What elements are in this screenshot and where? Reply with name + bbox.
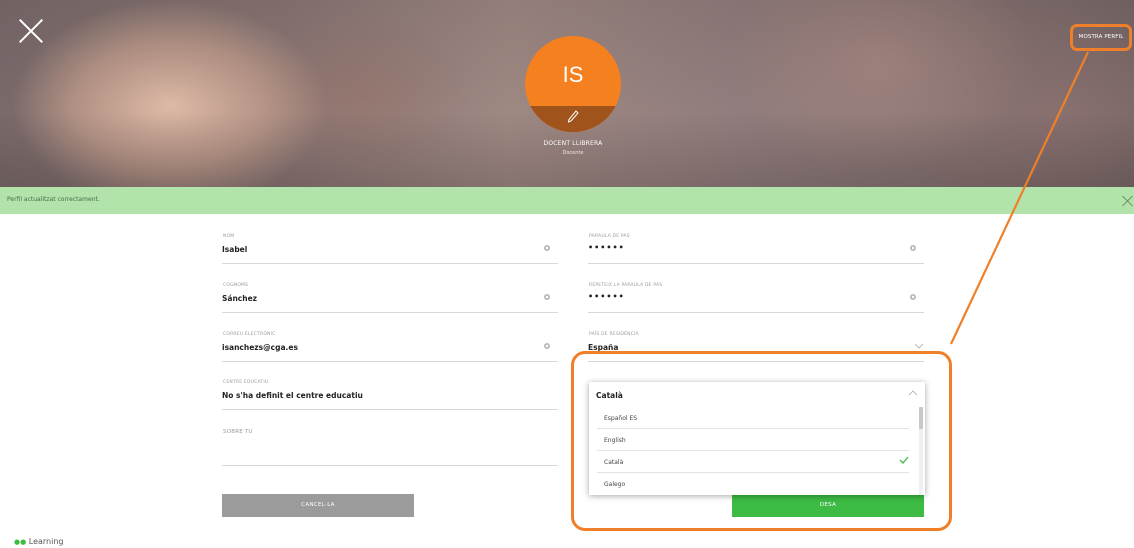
surname-label: COGNOMS (223, 283, 249, 288)
name-label: NOM (223, 234, 235, 239)
gear-icon[interactable] (909, 244, 917, 252)
logo-text: Learning (28, 537, 64, 546)
surname-value[interactable]: Sánchez (222, 294, 257, 303)
gear-icon[interactable] (909, 293, 917, 301)
annotation-highlight-box (571, 351, 952, 531)
surname-field[interactable]: COGNOMS Sánchez (222, 283, 558, 313)
password-label: PARAULA DE PAS (589, 234, 630, 239)
success-message: Perfil actualitzat correctament. (7, 196, 100, 203)
gear-icon[interactable] (543, 342, 551, 350)
about-label: SOBRE TU (223, 429, 253, 435)
repeat-password-field[interactable]: REPETEIX LA PARAULA DE PAS •••••• (588, 283, 924, 313)
show-profile-button[interactable]: MOSTRA PERFIL (1070, 24, 1132, 51)
password-value[interactable]: •••••• (588, 243, 625, 252)
logo-dots-icon: ●● (14, 538, 27, 546)
name-value[interactable]: Isabel (222, 245, 247, 254)
close-icon[interactable] (18, 18, 44, 44)
school-label: CENTRE EDUCATIU (223, 380, 269, 385)
school-field[interactable]: CENTRE EDUCATIU No s'ha definit el centr… (222, 380, 558, 410)
password-field[interactable]: PARAULA DE PAS •••••• (588, 234, 924, 264)
email-value[interactable]: isanchezs@cga.es (222, 343, 298, 352)
email-label: CORREU ELECTRÒNIC (223, 332, 276, 337)
user-role-name: DOCENT LLIBRERA (543, 140, 603, 147)
email-field[interactable]: CORREU ELECTRÒNIC isanchezs@cga.es (222, 332, 558, 362)
edit-avatar-button[interactable] (525, 106, 621, 132)
success-banner: Perfil actualitzat correctament. (0, 187, 1134, 214)
repeat-password-label: REPETEIX LA PARAULA DE PAS (589, 283, 663, 288)
chevron-down-icon[interactable] (914, 343, 924, 349)
name-field[interactable]: NOM Isabel (222, 234, 558, 264)
gear-icon[interactable] (543, 244, 551, 252)
user-role-subtitle: Docente (562, 150, 584, 156)
country-label: PAÍS DE RESIDÈNCIA (589, 332, 639, 337)
gear-icon[interactable] (543, 293, 551, 301)
avatar[interactable]: IS (525, 36, 621, 132)
avatar-initials: IS (562, 62, 584, 87)
school-value[interactable]: No s'ha definit el centre educatiu (222, 391, 363, 400)
cancel-button[interactable]: CANCEL·LA (222, 494, 414, 517)
pencil-icon (567, 110, 579, 123)
profile-header: IS DOCENT LLIBRERA Docente MOSTRA PERFIL (0, 0, 1134, 187)
profile-page: IS DOCENT LLIBRERA Docente MOSTRA PERFIL… (0, 0, 1134, 548)
learning-logo: ●● Learning (14, 537, 64, 546)
repeat-password-value[interactable]: •••••• (588, 292, 625, 301)
close-banner-icon[interactable] (1122, 195, 1134, 207)
about-field[interactable]: SOBRE TU (222, 426, 558, 466)
